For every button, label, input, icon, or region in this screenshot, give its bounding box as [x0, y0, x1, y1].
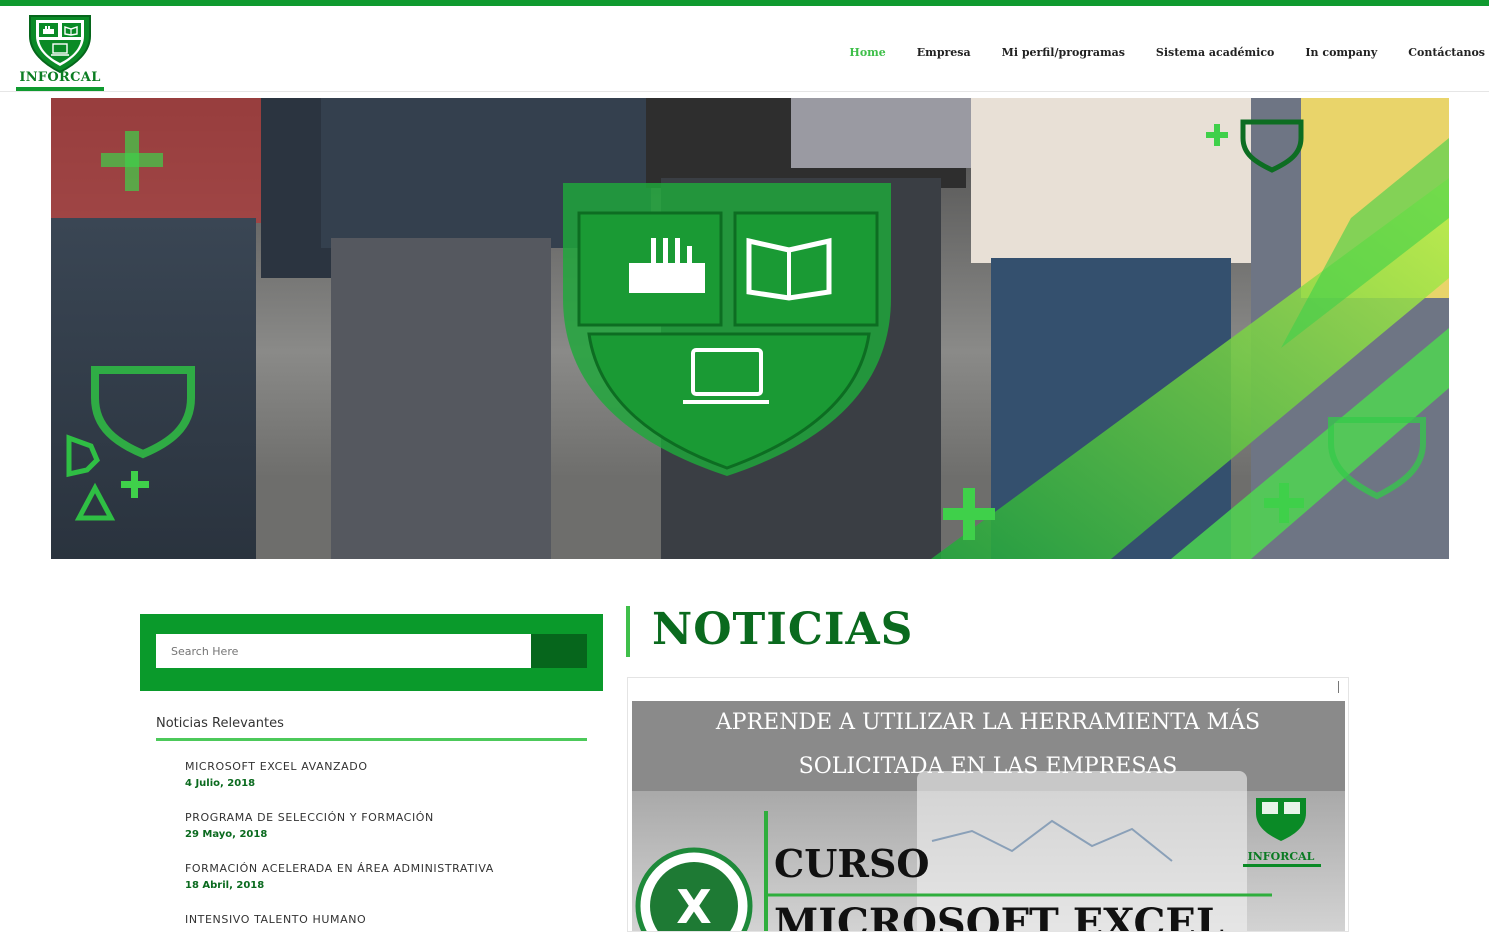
list-item[interactable]: INTENSIVO TALENTO HUMANO: [185, 913, 605, 932]
news-item-title[interactable]: FORMACIÓN ACELERADA EN ÁREA ADMINISTRATI…: [185, 862, 605, 875]
nav-contactanos[interactable]: Contáctanos: [1408, 46, 1485, 59]
news-item-date: 29 Mayo, 2018: [185, 829, 268, 840]
page-title: NOTICIAS: [652, 604, 914, 655]
hero-banner-image: [51, 98, 1449, 559]
post-logo-text: INFORCAL: [1248, 850, 1315, 863]
nav-mi-perfil[interactable]: Mi perfil/programas: [1002, 46, 1125, 59]
news-item-date: 18 Abril, 2018: [185, 880, 265, 891]
post-course-name: MICROSOFT EXCEL: [774, 900, 1224, 932]
site-header: INFORCAL Home Empresa Mi perfil/programa…: [0, 6, 1489, 92]
list-item[interactable]: MICROSOFT EXCEL AVANZADO 4 Julio, 2018: [185, 760, 605, 811]
logo-wordmark: INFORCAL: [19, 70, 101, 85]
relevant-news-list: MICROSOFT EXCEL AVANZADO 4 Julio, 2018 P…: [185, 760, 605, 932]
post-scroll-marker: [1338, 681, 1339, 693]
news-post-card[interactable]: APRENDE A UTILIZAR LA HERRAMIENTA MÁS SO…: [627, 677, 1349, 932]
noticias-accent-bar: [626, 606, 630, 657]
main-nav: Home Empresa Mi perfil/programas Sistema…: [818, 46, 1485, 59]
nav-home[interactable]: Home: [849, 46, 885, 59]
news-item-title[interactable]: INTENSIVO TALENTO HUMANO: [185, 913, 605, 926]
news-item-title[interactable]: PROGRAMA DE SELECCIÓN Y FORMACIÓN: [185, 811, 605, 824]
post-banner-line1: APRENDE A UTILIZAR LA HERRAMIENTA MÁS: [715, 708, 1260, 735]
site-logo[interactable]: INFORCAL: [16, 14, 104, 94]
hero-banner: [51, 98, 1449, 559]
news-item-title[interactable]: MICROSOFT EXCEL AVANZADO: [185, 760, 605, 773]
list-item[interactable]: PROGRAMA DE SELECCIÓN Y FORMACIÓN 29 May…: [185, 811, 605, 862]
news-item-date: 4 Julio, 2018: [185, 778, 256, 789]
excel-course-banner: APRENDE A UTILIZAR LA HERRAMIENTA MÁS SO…: [632, 701, 1345, 932]
list-item[interactable]: FORMACIÓN ACELERADA EN ÁREA ADMINISTRATI…: [185, 862, 605, 913]
relevant-news-divider: [156, 738, 587, 741]
news-post-image[interactable]: APRENDE A UTILIZAR LA HERRAMIENTA MÁS SO…: [632, 701, 1345, 932]
search-button[interactable]: [531, 634, 587, 668]
shield-logo-icon: [29, 15, 91, 74]
nav-empresa[interactable]: Empresa: [917, 46, 971, 59]
post-course-label: CURSO: [774, 841, 930, 886]
post-banner-line2: SOLICITADA EN LAS EMPRESAS: [799, 754, 1178, 779]
nav-in-company[interactable]: In company: [1305, 46, 1377, 59]
search-input[interactable]: [156, 634, 531, 668]
nav-sistema-academico[interactable]: Sistema académico: [1156, 46, 1275, 59]
relevant-news-heading: Noticias Relevantes: [156, 716, 284, 731]
sidebar-search-box: [140, 614, 603, 691]
logo-underline: [16, 87, 104, 91]
excel-icon: X: [676, 880, 711, 932]
